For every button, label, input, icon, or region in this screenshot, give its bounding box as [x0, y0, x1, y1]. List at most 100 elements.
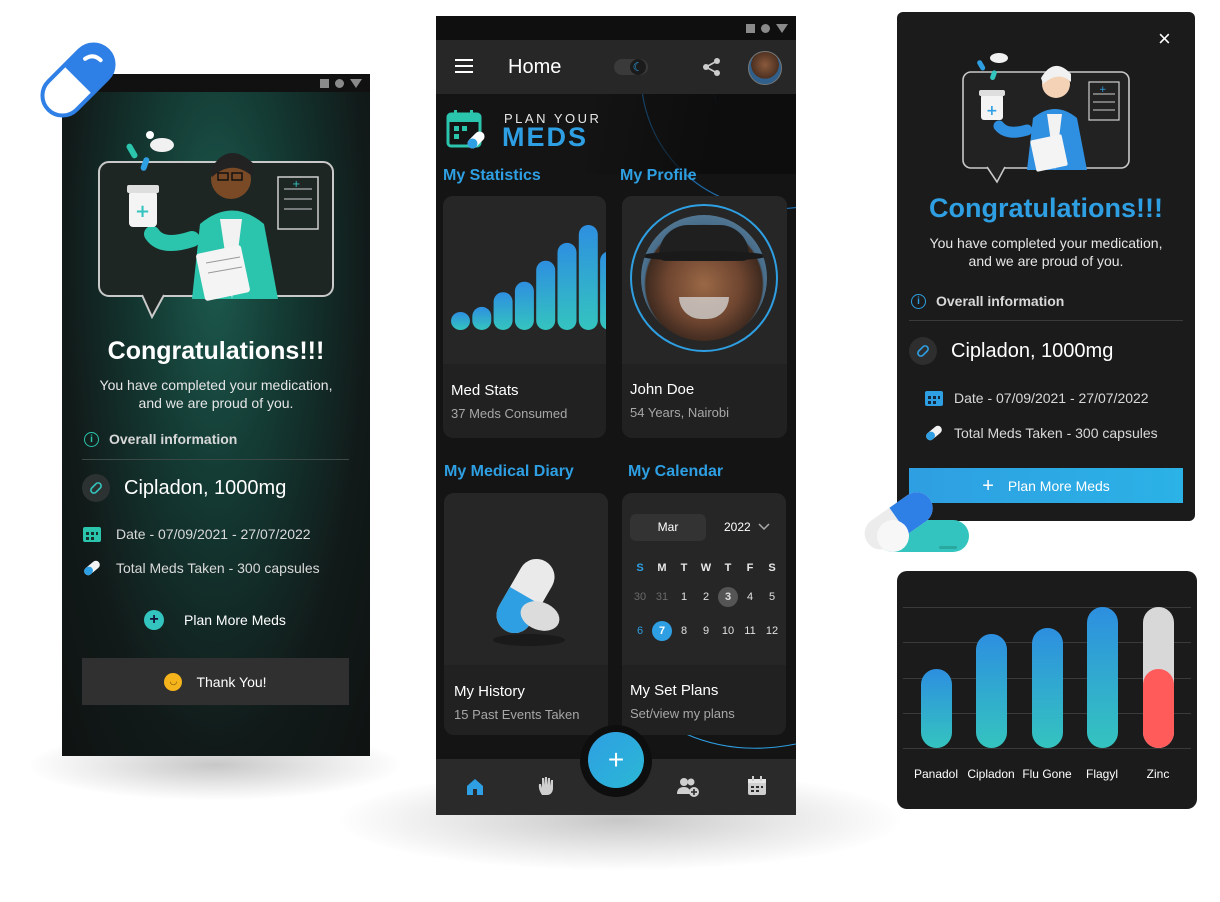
- profile-photo: [641, 215, 767, 341]
- share-icon[interactable]: [702, 57, 722, 77]
- calendar-day[interactable]: 3: [718, 587, 738, 607]
- stats-bar: [536, 260, 556, 330]
- calendar-day[interactable]: 30: [630, 587, 650, 607]
- date-range: Date - 07/09/2021 - 27/07/2022: [954, 390, 1149, 406]
- plan-more-meds-label: Plan More Meds: [184, 612, 286, 628]
- svg-text:+: +: [1099, 85, 1107, 95]
- history-title: My History: [454, 683, 525, 700]
- congratulations-message: You have completed your medication, and …: [62, 376, 370, 412]
- svg-text:+: +: [135, 201, 150, 222]
- calendar-day[interactable]: 12: [762, 621, 782, 641]
- calendar-day[interactable]: 5: [762, 587, 782, 607]
- nav-home-icon[interactable]: [465, 777, 485, 797]
- plan-more-meds-link[interactable]: + Plan More Meds: [144, 610, 286, 630]
- recent-apps-icon: [320, 78, 329, 88]
- section-my-medical-diary: My Medical Diary: [444, 463, 574, 480]
- weekday-label: S: [636, 562, 644, 574]
- calendar-day[interactable]: 9: [696, 621, 716, 641]
- calendar-card[interactable]: Mar 2022 S M T W T F S 30 31 1 2 3 4 5 6 7 8 9 10 11 12 My S…: [622, 493, 786, 735]
- menu-icon[interactable]: [455, 59, 473, 73]
- grid-line: [903, 748, 1191, 749]
- calendar-day[interactable]: 11: [740, 621, 760, 641]
- svg-text:+: +: [292, 179, 300, 190]
- back-icon: [350, 78, 362, 88]
- smile-emoji-icon: ◡: [164, 672, 183, 691]
- nav-calendar-icon[interactable]: [747, 776, 767, 796]
- dialog-title: Congratulations!!!: [929, 193, 1163, 223]
- stats-bar: [472, 306, 492, 330]
- app-logo-icon: [446, 110, 485, 149]
- doctor-illustration: + +: [962, 53, 1130, 184]
- calendar-day[interactable]: 4: [740, 587, 760, 607]
- capsule-illustration: [493, 558, 565, 646]
- calendar-day[interactable]: 6: [630, 621, 650, 641]
- dialog-message: You have completed your medication, and …: [897, 234, 1195, 270]
- month-selector[interactable]: Mar: [630, 514, 706, 541]
- chart-bar-zinc: [1142, 669, 1174, 748]
- congratulations-dialog: × + + Congratulations!!! You have comple…: [897, 12, 1195, 521]
- medication-name: Cipladon, 1000mg: [124, 476, 287, 499]
- avatar[interactable]: [748, 51, 782, 85]
- calendar-day[interactable]: 1: [674, 587, 694, 607]
- weekday-label: M: [657, 562, 667, 574]
- app-bar: Home ☾: [436, 40, 796, 94]
- calendar-day[interactable]: 10: [718, 621, 738, 641]
- dark-mode-toggle[interactable]: ☾: [614, 59, 648, 75]
- year-selector[interactable]: 2022: [724, 520, 751, 534]
- pill-icon: [84, 560, 100, 576]
- decorative-capsule-icon: [40, 42, 116, 118]
- calendar-day[interactable]: 8: [674, 621, 694, 641]
- med-stats-card[interactable]: Med Stats 37 Meds Consumed: [443, 196, 606, 438]
- message-line-2: and we are proud of you.: [968, 253, 1124, 269]
- weekday-label: W: [700, 562, 712, 574]
- chart-bar-panadol: [920, 669, 952, 748]
- calendar-day[interactable]: 7: [652, 621, 672, 641]
- total-row: Total Meds Taken - 300 capsules: [82, 559, 320, 577]
- thank-you-button[interactable]: ◡ Thank You!: [82, 658, 349, 705]
- section-my-calendar: My Calendar: [628, 463, 724, 480]
- overall-information-label: Overall information: [109, 431, 238, 447]
- med-stats-subtitle: 37 Meds Consumed: [451, 406, 568, 421]
- calendar-day[interactable]: 2: [696, 587, 716, 607]
- svg-text:+: +: [986, 103, 998, 119]
- section-my-profile: My Profile: [620, 167, 697, 184]
- overall-information-header: i Overall information: [84, 431, 237, 447]
- divider: [909, 320, 1183, 321]
- info-icon: i: [84, 431, 99, 447]
- left-congratulations-screen: + + Congratulations!!! You have complete…: [62, 74, 370, 756]
- recent-apps-icon: [746, 23, 755, 33]
- calendar-day[interactable]: 31: [652, 587, 672, 607]
- set-plans-title: My Set Plans: [630, 682, 719, 699]
- weekday-label: F: [746, 562, 754, 574]
- chart-bar-cipladon: [975, 633, 1007, 748]
- congratulations-title: Congratulations!!!: [107, 337, 325, 365]
- add-fab-button[interactable]: +: [588, 732, 644, 788]
- medication-name: Cipladon, 1000mg: [951, 339, 1114, 362]
- history-card[interactable]: My History 15 Past Events Taken: [444, 493, 608, 735]
- nav-add-user-icon[interactable]: [676, 776, 700, 798]
- grid-line: [903, 607, 1191, 608]
- info-icon: i: [911, 293, 926, 309]
- med-stats-title: Med Stats: [451, 382, 519, 399]
- profile-card[interactable]: John Doe 54 Years, Nairobi: [622, 196, 787, 438]
- close-icon[interactable]: ×: [1158, 28, 1171, 50]
- divider: [82, 459, 349, 460]
- message-line-1: You have completed your medication,: [929, 235, 1163, 251]
- moon-icon: ☾: [630, 59, 646, 75]
- date-row: Date - 07/09/2021 - 27/07/2022: [924, 389, 1149, 407]
- stats-bar: [451, 312, 470, 330]
- capsule-icon: [82, 474, 110, 502]
- section-my-statistics: My Statistics: [443, 167, 541, 184]
- chart-bar-flagyl: [1086, 607, 1118, 748]
- calendar-icon: [83, 527, 101, 542]
- thank-you-label: Thank You!: [196, 673, 267, 690]
- header-gradient: [586, 94, 796, 174]
- pill-icon: [926, 425, 942, 441]
- nav-hand-icon[interactable]: [536, 775, 556, 797]
- home-icon: [761, 23, 770, 33]
- weekday-label: T: [724, 562, 732, 574]
- brand-line-2: MEDS: [502, 122, 589, 152]
- total-meds: Total Meds Taken - 300 capsules: [116, 560, 320, 576]
- chevron-down-icon[interactable]: [758, 523, 770, 531]
- back-icon: [776, 23, 788, 33]
